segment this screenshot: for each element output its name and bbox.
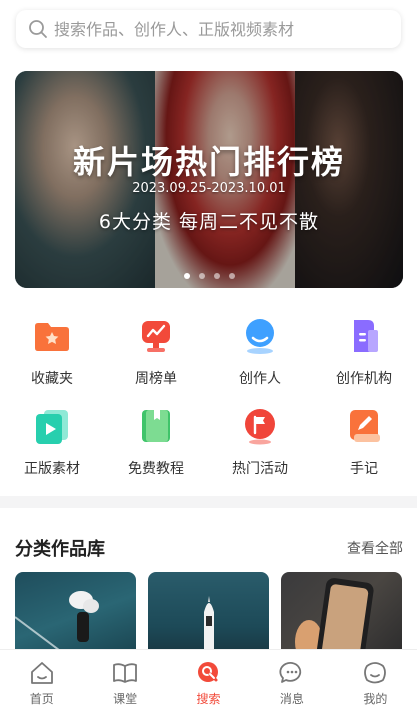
shortcut-label: 创作人 [239, 371, 281, 387]
search-bar[interactable] [16, 10, 401, 48]
tab-profile[interactable]: 我的 [334, 650, 417, 715]
hero-banner[interactable]: 新片场热门排行榜 2023.09.25-2023.10.01 6大分类 每周二不… [15, 71, 403, 288]
bottom-tab-bar: 首页 课堂 搜索 消息 我的 [0, 649, 417, 715]
shortcut-creators[interactable]: 创作人 [208, 310, 312, 400]
carousel-dot[interactable] [228, 273, 235, 279]
book-open-icon [113, 663, 138, 683]
shortcut-free-tutorials[interactable]: 免费教程 [104, 400, 208, 490]
section-title: 分类作品库 [15, 539, 105, 560]
tab-label: 搜索 [196, 692, 221, 706]
search-input[interactable] [54, 19, 384, 39]
profile-icon [364, 662, 387, 684]
tab-classroom[interactable]: 课堂 [83, 650, 166, 715]
message-icon [279, 662, 302, 683]
shortcut-weekly-chart[interactable]: 周榜单 [104, 310, 208, 400]
shortcut-label: 手记 [350, 461, 378, 477]
search-tab-icon [197, 662, 218, 682]
banner-tagline: 6大分类 每周二不见不散 [98, 211, 320, 233]
building-icon [354, 320, 378, 352]
tab-search[interactable]: 搜索 [167, 650, 250, 715]
section-divider [0, 496, 417, 508]
user-icon [246, 319, 274, 354]
note-icon [350, 410, 380, 442]
shortcut-favorites[interactable]: 收藏夹 [0, 310, 104, 400]
carousel-dot[interactable] [213, 273, 220, 279]
shortcut-studios[interactable]: 创作机构 [312, 310, 416, 400]
tab-messages[interactable]: 消息 [250, 650, 333, 715]
play-card-icon [36, 410, 68, 444]
home-icon [30, 662, 53, 684]
tab-home[interactable]: 首页 [0, 650, 83, 715]
shortcut-grid: 收藏夹 周榜单 创作人 创作机构 正版素材 免费教程 热门活动 手记 [0, 310, 417, 490]
shortcut-label: 免费教程 [128, 461, 184, 477]
banner-date: 2023.09.25-2023.10.01 [132, 181, 286, 196]
carousel-dot[interactable] [198, 273, 205, 279]
trophy-icon [142, 321, 170, 352]
flag-icon [245, 409, 275, 445]
search-icon [29, 20, 47, 38]
shortcut-label: 创作机构 [336, 371, 392, 387]
shortcut-licensed-footage[interactable]: 正版素材 [0, 400, 104, 490]
see-all-link[interactable]: 查看全部 [347, 538, 403, 558]
book-icon [142, 410, 170, 442]
folder-star-icon [35, 323, 69, 351]
shortcut-label: 周榜单 [135, 371, 177, 387]
tab-label: 我的 [363, 692, 388, 706]
tab-label: 首页 [29, 692, 54, 706]
tab-label: 消息 [279, 692, 304, 706]
shortcut-label: 正版素材 [24, 461, 80, 477]
shortcut-hot-events[interactable]: 热门活动 [208, 400, 312, 490]
tab-label: 课堂 [113, 692, 138, 706]
shortcut-label: 热门活动 [232, 461, 288, 477]
shortcut-label: 收藏夹 [31, 371, 73, 387]
banner-title: 新片场热门排行榜 [72, 143, 345, 181]
carousel-dots[interactable] [15, 273, 403, 279]
shortcut-notes[interactable]: 手记 [312, 400, 416, 490]
carousel-dot[interactable] [183, 273, 190, 279]
